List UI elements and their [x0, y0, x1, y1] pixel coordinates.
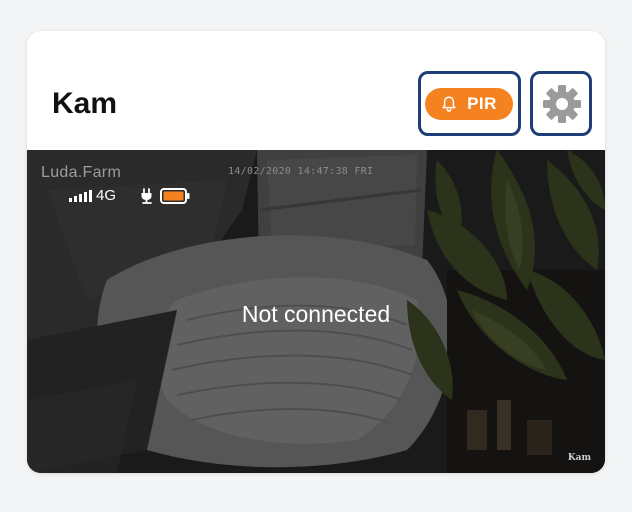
video-watermark: Kam: [567, 453, 591, 463]
camera-name: Kam: [52, 87, 118, 120]
network-type-label: 4G: [96, 187, 117, 204]
camera-preview[interactable]: Luda.Farm 14/02/2020 14:47:38 FRI 4G Not…: [27, 150, 605, 473]
brand-label: Luda.Farm: [41, 164, 122, 181]
camera-card: Kam PIR Luda.Farm 14/02/2020 14:47:38 FR…: [27, 31, 605, 473]
gear-icon: [543, 85, 581, 123]
pir-label: PIR: [467, 94, 497, 113]
battery-icon: [160, 188, 190, 204]
camera-card-header: Kam PIR: [27, 31, 605, 150]
video-timestamp: 14/02/2020 14:47:38 FRI: [228, 166, 374, 177]
pir-button[interactable]: PIR: [425, 88, 513, 120]
signal-bars-icon: [69, 190, 92, 202]
bell-icon: [442, 96, 456, 112]
plug-icon: [141, 188, 152, 204]
device-status-row: 4G: [69, 188, 190, 204]
connection-status-message: Not connected: [241, 301, 391, 327]
settings-button[interactable]: [539, 81, 585, 127]
